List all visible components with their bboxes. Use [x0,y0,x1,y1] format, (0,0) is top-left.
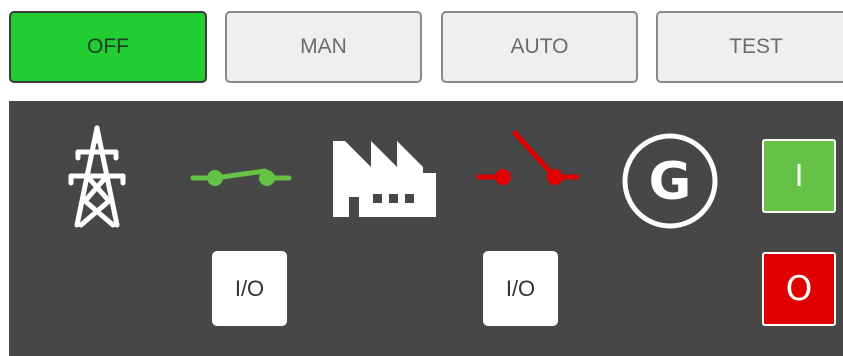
factory-icon [333,141,436,217]
mode-man-button[interactable]: MAN [225,11,422,83]
breaker-open-icon [476,130,579,185]
generator-start-button[interactable]: I [762,139,836,213]
mode-auto-button[interactable]: AUTO [441,11,638,83]
power-tower-icon [68,125,126,228]
mains-breaker-io-button[interactable]: I/O [212,251,287,326]
single-line-diagram-panel: G I O I/O I/O [9,101,843,356]
breaker-closed-icon [190,168,292,186]
generator-icon: G [622,133,718,229]
mode-test-button[interactable]: TEST [656,11,843,83]
generator-breaker-io-button[interactable]: I/O [483,251,558,326]
generator-stop-button[interactable]: O [762,252,836,326]
mode-off-button[interactable]: OFF [9,11,207,83]
generator-letter: G [649,152,692,212]
